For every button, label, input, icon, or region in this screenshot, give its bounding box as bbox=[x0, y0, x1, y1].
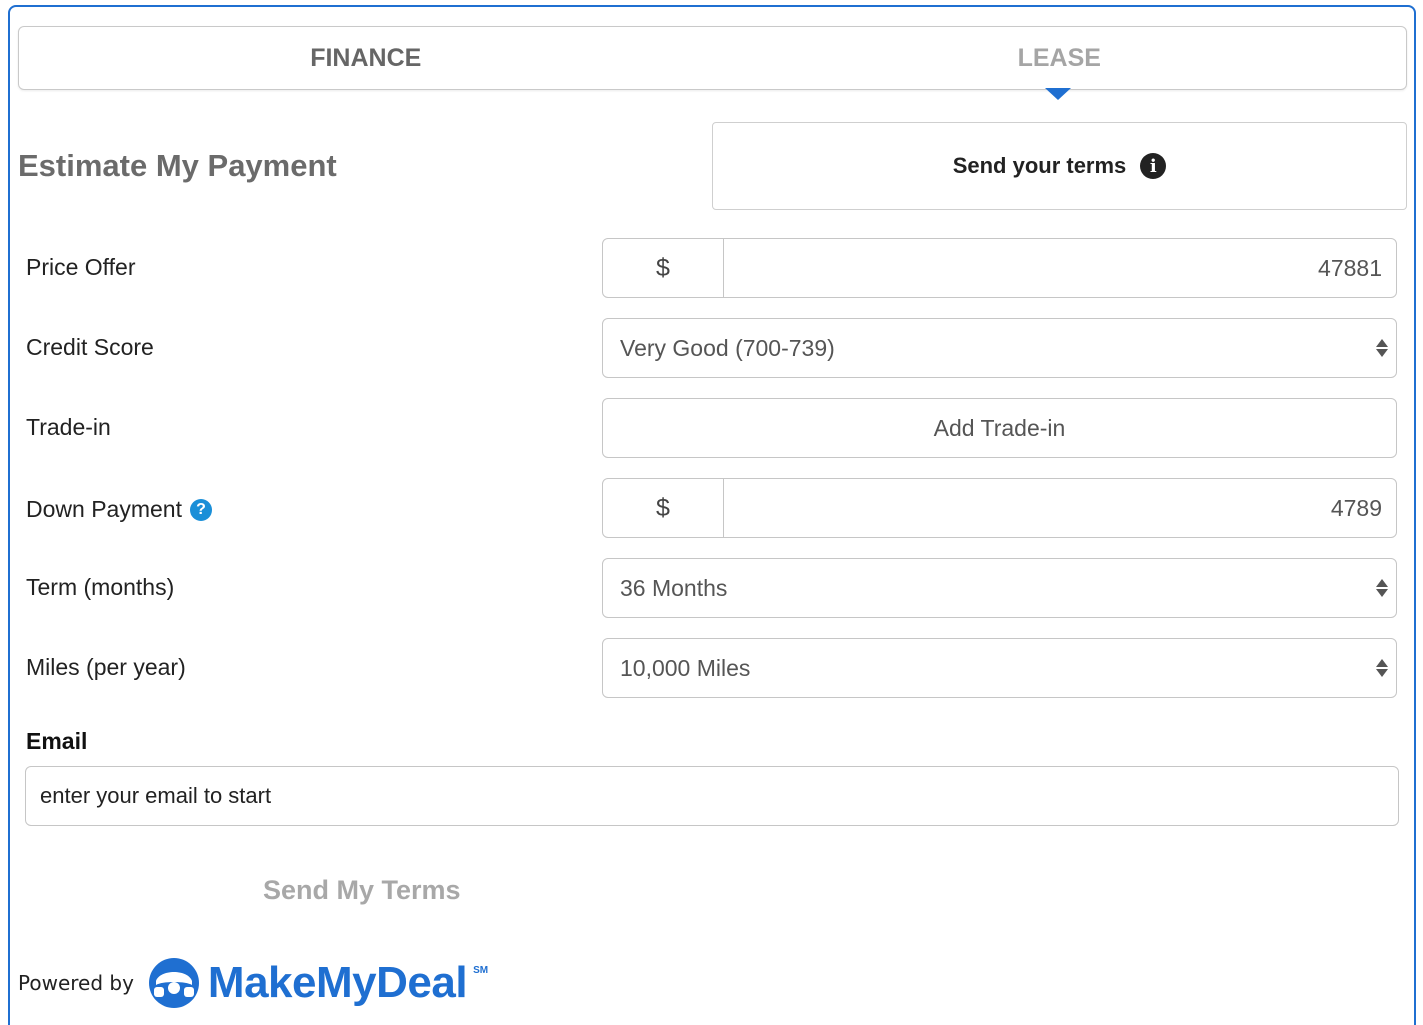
price-offer-label-text: Price Offer bbox=[26, 254, 136, 280]
trade-in-label-text: Trade-in bbox=[26, 414, 111, 440]
miles-select[interactable]: 10,000 Miles bbox=[602, 638, 1397, 698]
price-offer-input[interactable]: 47881 bbox=[724, 255, 1396, 282]
page-title: Estimate My Payment bbox=[18, 148, 337, 183]
term-select[interactable]: 36 Months bbox=[602, 558, 1397, 618]
miles-label-text: Miles (per year) bbox=[26, 654, 186, 680]
down-payment-label-text: Down Payment bbox=[26, 496, 182, 522]
brand-name: MakeMyDeal bbox=[207, 958, 468, 1007]
dollar-prefix: $ bbox=[603, 239, 724, 297]
trade-in-label: Trade-in bbox=[26, 414, 111, 441]
info-icon[interactable]: i bbox=[1140, 153, 1167, 179]
help-icon[interactable]: ? bbox=[189, 498, 212, 521]
steering-wheel-icon bbox=[148, 958, 199, 1008]
price-offer-label: Price Offer bbox=[26, 254, 136, 281]
tab-finance[interactable]: FINANCE bbox=[19, 27, 713, 89]
payment-tabs: FINANCE LEASE bbox=[18, 26, 1407, 90]
credit-score-label: Credit Score bbox=[26, 334, 154, 361]
price-offer-field[interactable]: $ 47881 bbox=[602, 238, 1397, 298]
tab-lease[interactable]: LEASE bbox=[713, 27, 1407, 89]
add-trade-in-label: Add Trade-in bbox=[933, 414, 1066, 441]
makemydeal-logo[interactable]: MakeMyDeal SM bbox=[146, 955, 488, 1011]
down-payment-field[interactable]: $ 4789 bbox=[602, 478, 1397, 538]
down-payment-input[interactable]: 4789 bbox=[724, 495, 1396, 522]
select-arrows-icon bbox=[1376, 659, 1388, 677]
select-arrows-icon bbox=[1376, 339, 1388, 357]
add-trade-in-button[interactable]: Add Trade-in bbox=[602, 398, 1397, 458]
send-terms-panel[interactable]: Send your terms i bbox=[712, 122, 1407, 210]
email-label: Email bbox=[26, 728, 88, 754]
down-payment-label: Down Payment ? bbox=[26, 496, 212, 523]
select-arrows-icon bbox=[1376, 579, 1388, 597]
powered-by: Powered by MakeMyDeal SM bbox=[18, 955, 488, 1011]
credit-score-label-text: Credit Score bbox=[26, 334, 154, 360]
credit-score-value: Very Good (700-739) bbox=[620, 334, 835, 361]
term-value: 36 Months bbox=[620, 574, 728, 601]
miles-value: 10,000 Miles bbox=[620, 654, 751, 681]
miles-label: Miles (per year) bbox=[26, 654, 186, 681]
send-terms-label: Send your terms bbox=[952, 153, 1127, 178]
term-label-text: Term (months) bbox=[26, 574, 175, 600]
brand-service-mark: SM bbox=[473, 965, 489, 976]
powered-by-text: Powered by bbox=[18, 971, 134, 995]
term-label: Term (months) bbox=[26, 574, 174, 601]
tab-pointer-icon bbox=[1045, 88, 1071, 100]
email-input[interactable] bbox=[25, 766, 1399, 826]
send-my-terms-button[interactable]: Send My Terms bbox=[263, 875, 461, 906]
credit-score-select[interactable]: Very Good (700-739) bbox=[602, 318, 1397, 378]
dollar-prefix: $ bbox=[603, 479, 724, 537]
